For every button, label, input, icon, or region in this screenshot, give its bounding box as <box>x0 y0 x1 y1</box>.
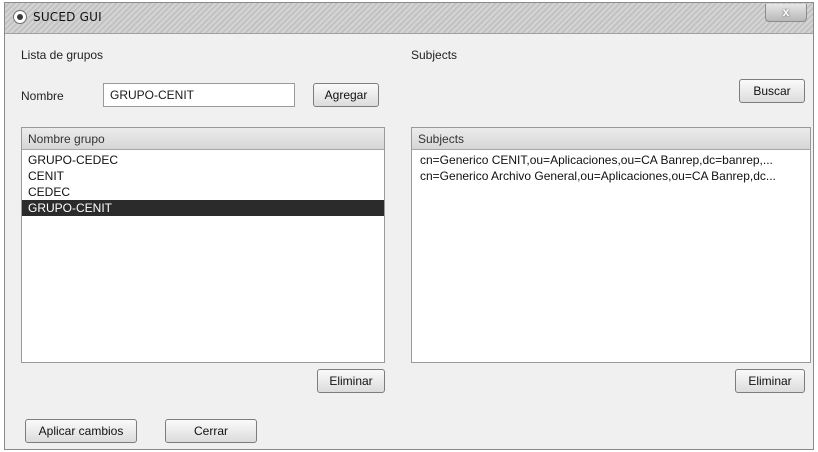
window-title: SUCED GUI <box>33 10 102 24</box>
delete-subject-button[interactable]: Eliminar <box>735 369 805 393</box>
groups-list: GRUPO-CEDEC CENIT CEDEC GRUPO-CENIT <box>22 152 384 216</box>
subjects-list-header[interactable]: Subjects <box>412 128 810 150</box>
apply-changes-button[interactable]: Aplicar cambios <box>25 419 137 443</box>
subjects-list-panel: Subjects cn=Generico CENIT,ou=Aplicacion… <box>411 127 811 363</box>
group-list-item[interactable]: GRUPO-CEDEC <box>22 152 384 168</box>
subject-list-item[interactable]: cn=Generico CENIT,ou=Aplicaciones,ou=CA … <box>412 152 810 168</box>
subject-list-item[interactable]: cn=Generico Archivo General,ou=Aplicacio… <box>412 168 810 184</box>
close-button[interactable]: Cerrar <box>165 419 257 443</box>
groups-section-label: Lista de grupos <box>21 48 104 62</box>
name-field-label: Nombre <box>21 89 64 103</box>
close-icon: x <box>782 5 790 19</box>
group-list-item[interactable]: CEDEC <box>22 184 384 200</box>
search-button[interactable]: Buscar <box>739 79 805 103</box>
group-list-item[interactable]: CENIT <box>22 168 384 184</box>
subjects-list: cn=Generico CENIT,ou=Aplicaciones,ou=CA … <box>412 152 810 184</box>
delete-group-button[interactable]: Eliminar <box>317 369 385 393</box>
groups-list-header[interactable]: Nombre grupo <box>22 128 384 150</box>
main-window: SUCED GUI x Lista de grupos Nombre GRUPO… <box>4 2 814 450</box>
group-list-item[interactable]: GRUPO-CENIT <box>22 200 384 216</box>
group-name-input[interactable]: GRUPO-CENIT <box>103 83 295 107</box>
add-group-button[interactable]: Agregar <box>313 83 379 107</box>
groups-list-panel: Nombre grupo GRUPO-CEDEC CENIT CEDEC GRU… <box>21 127 385 363</box>
title-bar[interactable]: SUCED GUI x <box>5 3 813 34</box>
close-window-button[interactable]: x <box>765 4 807 22</box>
app-icon <box>13 10 27 24</box>
subjects-section-label: Subjects <box>411 48 458 62</box>
